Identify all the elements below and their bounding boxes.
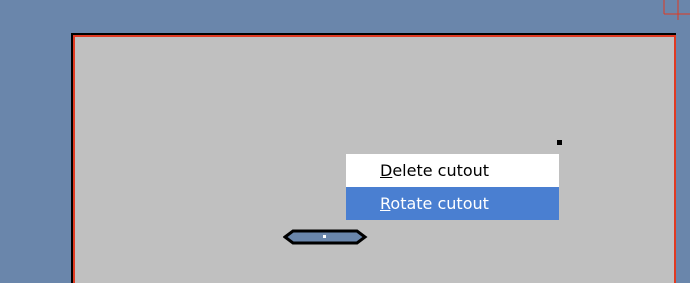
context-menu: Delete cutout Rotate cutout	[346, 154, 559, 220]
selection-handle[interactable]	[557, 140, 562, 145]
menu-item-rotate-cutout[interactable]: Rotate cutout	[346, 187, 559, 220]
menu-item-mnemonic: D	[380, 161, 393, 180]
menu-item-label: elete cutout	[392, 161, 490, 180]
menu-item-delete-cutout[interactable]: Delete cutout	[346, 154, 559, 187]
corner-crosshair-icon	[663, 0, 690, 20]
canvas-background: { "colors": { "background": "#6a86ab", "…	[0, 0, 690, 283]
slot-cutout-icon[interactable]	[283, 228, 369, 246]
menu-item-mnemonic: R	[380, 194, 391, 213]
menu-item-label: otate cutout	[390, 194, 489, 213]
